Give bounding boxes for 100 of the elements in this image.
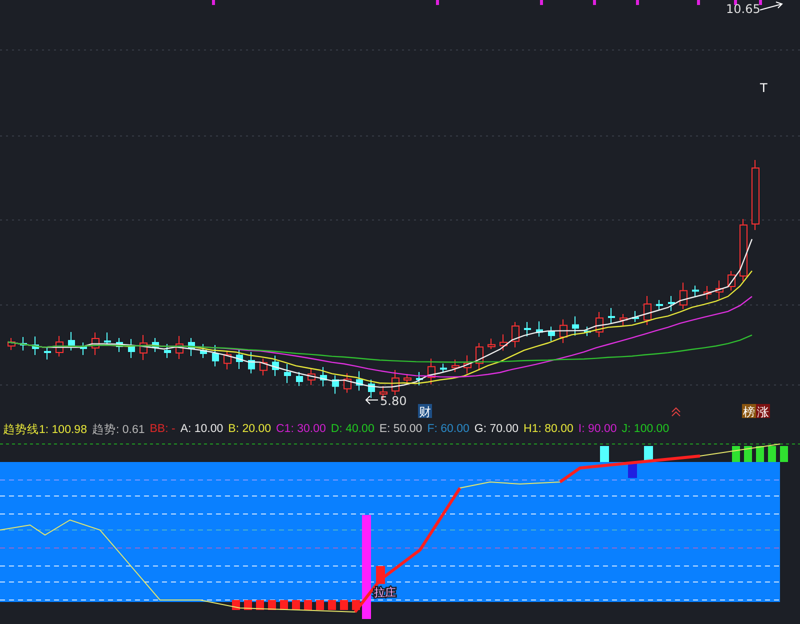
low-price-label: 5.80 <box>380 394 407 408</box>
signal-label: 拉庄 <box>374 586 396 599</box>
candlestick <box>92 332 100 356</box>
candlestick <box>560 318 568 344</box>
candlestick <box>248 352 255 374</box>
candlestick <box>296 372 303 386</box>
marker-label: T <box>760 81 768 95</box>
indicator-value: I: 90.00 <box>578 423 617 435</box>
candlestick <box>44 346 51 360</box>
candlestick <box>392 370 400 396</box>
histogram-bar <box>256 600 264 610</box>
candlestick <box>728 270 736 291</box>
candlestick <box>80 342 87 356</box>
candlestick <box>128 338 135 358</box>
candlestick <box>152 338 159 352</box>
event-tag: 财 <box>418 404 432 418</box>
candlestick <box>32 336 39 356</box>
candlestick <box>344 372 352 394</box>
candlestick <box>416 372 423 386</box>
candlestick <box>488 338 496 350</box>
candlestick <box>632 310 639 322</box>
candlestick <box>452 359 460 372</box>
histogram-bar <box>340 600 348 610</box>
indicator-value: BB: - <box>150 423 176 435</box>
candlestick <box>308 368 316 386</box>
candlestick <box>224 350 232 370</box>
candlestick <box>116 338 123 352</box>
candlestick <box>320 366 327 387</box>
candlestick <box>572 316 579 336</box>
candlestick <box>548 326 555 342</box>
candlestick <box>188 338 195 356</box>
candlestick <box>176 336 184 360</box>
double-caret-icon <box>672 407 680 416</box>
candlestick <box>464 354 472 374</box>
histogram-bar <box>328 600 336 610</box>
candlestick <box>368 379 375 398</box>
indicator-value: J: 100.00 <box>622 423 670 435</box>
candlestick <box>260 358 268 376</box>
event-tag: 涨 <box>756 404 770 418</box>
indicator-value: 趋势: 0.61 <box>92 422 145 436</box>
candlestick <box>8 338 16 350</box>
event-tag: 榜 <box>742 404 756 418</box>
arrow-icon <box>365 396 378 404</box>
histogram-bar <box>316 600 324 610</box>
candlestick <box>272 355 279 376</box>
candlestick <box>68 332 75 351</box>
high-price-label: 10.65 <box>726 2 760 16</box>
candlestick <box>500 334 508 352</box>
candlestick <box>608 308 615 324</box>
candlestick <box>512 322 520 348</box>
candlestick <box>704 286 712 300</box>
histogram-bar <box>768 446 776 462</box>
candlestick <box>284 364 291 384</box>
histogram-bar <box>756 446 764 462</box>
indicator-value: H1: 80.00 <box>524 423 574 435</box>
candlestick <box>476 342 484 371</box>
indicator-value: B: 20.00 <box>228 423 271 435</box>
indicator-value: C1: 30.00 <box>276 423 326 435</box>
candlestick <box>656 300 663 310</box>
candlestick <box>692 285 699 297</box>
candlestick <box>440 363 447 372</box>
candlestick <box>716 280 724 300</box>
indicator-value: 趋势线1: 100.98 <box>3 422 87 436</box>
candlestick <box>332 374 339 394</box>
candlestick <box>620 314 628 326</box>
indicator-value: F: 60.00 <box>427 423 470 435</box>
candlestick <box>680 282 688 310</box>
candlestick <box>428 358 436 385</box>
histogram-bar <box>268 600 276 610</box>
candlestick <box>584 326 591 336</box>
histogram-bar <box>780 446 788 462</box>
histogram-bar <box>232 600 240 610</box>
candlestick <box>236 348 243 370</box>
candlestick <box>524 322 531 337</box>
candlestick <box>752 160 760 230</box>
candlestick <box>212 344 219 367</box>
histogram-bar <box>744 446 752 462</box>
indicator-value: D: 40.00 <box>330 423 374 435</box>
candlestick <box>164 344 171 358</box>
histogram-bar <box>600 446 609 462</box>
candlestick <box>668 296 675 312</box>
histogram-bar <box>304 600 312 610</box>
candlestick <box>644 296 652 326</box>
indicator-value: E: 50.00 <box>379 423 422 435</box>
histogram-bar <box>732 446 740 462</box>
candlestick <box>56 336 64 357</box>
candlestick <box>200 344 207 358</box>
arrow-icon <box>760 2 783 10</box>
candlestick <box>104 332 111 346</box>
histogram-bar <box>280 600 288 610</box>
candlestick <box>536 320 543 338</box>
histogram-bar <box>292 600 300 610</box>
candlestick <box>740 218 748 282</box>
candlestick <box>140 334 148 360</box>
histogram-bar <box>244 600 252 610</box>
candlestick <box>356 370 363 392</box>
candlestick <box>20 336 27 351</box>
indicator-value: G: 70.00 <box>474 423 519 435</box>
candlestick <box>596 312 604 338</box>
indicator-value: A: 10.00 <box>180 423 224 435</box>
